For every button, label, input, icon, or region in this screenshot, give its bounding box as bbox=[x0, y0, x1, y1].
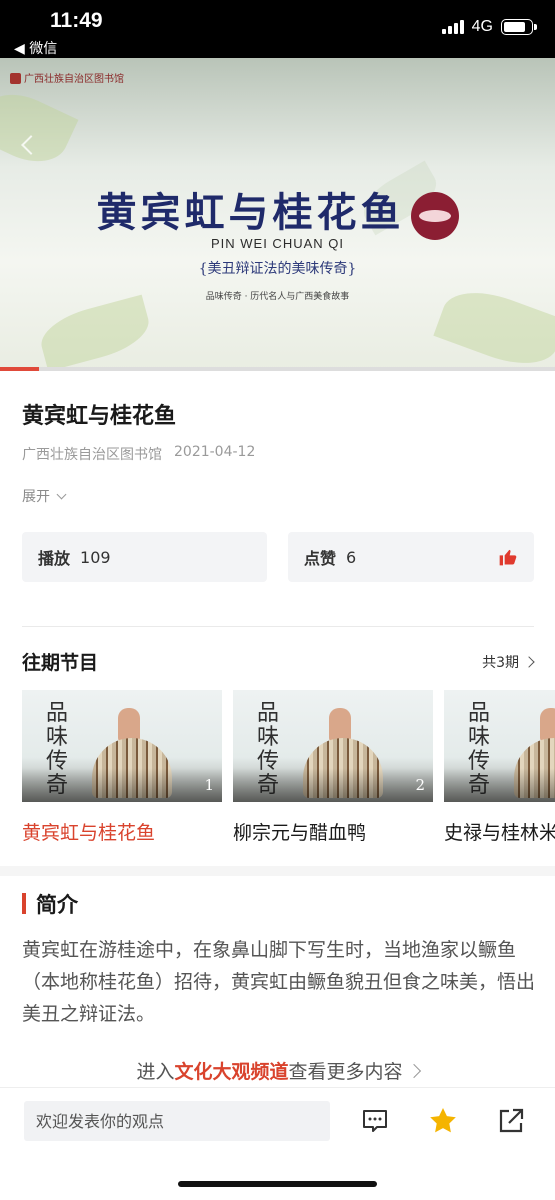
episode-name: 史禄与桂林米粉 bbox=[444, 822, 555, 844]
home-indicator[interactable] bbox=[178, 1181, 377, 1187]
play-count-box: 播放 109 bbox=[22, 532, 267, 582]
battery-icon bbox=[501, 19, 537, 35]
thumbs-up-icon bbox=[499, 549, 517, 566]
more-prefix: 进入 bbox=[136, 1061, 175, 1083]
source-name: 广西壮族自治区图书馆 bbox=[22, 447, 162, 463]
chevron-right-icon bbox=[523, 656, 535, 668]
comment-icon[interactable] bbox=[360, 1106, 390, 1136]
chevron-down-icon bbox=[56, 489, 67, 499]
expand-button[interactable]: 展开 bbox=[22, 486, 67, 506]
status-bar: 11:49 ◀ 微信 4G bbox=[0, 0, 555, 58]
episode-poster: 品味传奇 1 bbox=[22, 690, 222, 802]
comment-input[interactable] bbox=[24, 1101, 330, 1141]
episode-name: 黄宾虹与桂花鱼 bbox=[22, 822, 156, 844]
channel-link[interactable]: 文化大观频道 bbox=[174, 1061, 288, 1083]
episode-number: 2 bbox=[415, 776, 425, 794]
video-title-art: 黄宾虹与桂花鱼 bbox=[0, 180, 555, 240]
expand-label: 展开 bbox=[22, 489, 50, 505]
intro-accent-bar bbox=[22, 893, 26, 914]
play-count: 109 bbox=[80, 547, 111, 567]
status-time: 11:49 bbox=[50, 9, 103, 32]
like-count: 6 bbox=[346, 547, 357, 567]
signal-icon bbox=[441, 20, 464, 34]
share-icon[interactable] bbox=[496, 1106, 526, 1136]
episodes-count: 共3期 bbox=[482, 655, 519, 671]
star-icon[interactable] bbox=[428, 1106, 458, 1136]
intro-title: 简介 bbox=[36, 892, 78, 917]
bottom-toolbar bbox=[0, 1087, 555, 1155]
video-subtitle: {美丑辩证法的美味传奇} bbox=[198, 261, 357, 277]
network-type: 4G bbox=[471, 18, 493, 35]
more-suffix: 查看更多内容 bbox=[288, 1061, 403, 1083]
video-pinyin: PIN WEI CHUAN QI bbox=[210, 236, 344, 251]
episode-name: 柳宗元与醋血鸭 bbox=[233, 822, 367, 844]
like-label: 点赞 bbox=[304, 549, 337, 568]
channel-logo: 广西壮族自治区图书馆 bbox=[10, 70, 124, 85]
episode-number: 1 bbox=[204, 776, 214, 794]
episode-card[interactable]: 品味传奇 1 黄宾虹与桂花鱼 bbox=[22, 690, 222, 845]
status-icons: 4G bbox=[441, 18, 537, 36]
video-series-line: 品味传奇 · 历代名人与广西美食故事 bbox=[205, 292, 350, 302]
episode-card[interactable]: 品味传奇 3 史禄与桂林米粉 bbox=[444, 690, 555, 845]
episode-poster: 品味传奇 2 bbox=[233, 690, 433, 802]
like-button[interactable]: 点赞 6 bbox=[288, 532, 534, 582]
chevron-right-icon bbox=[406, 1063, 421, 1079]
episode-card[interactable]: 品味传奇 2 柳宗元与醋血鸭 bbox=[233, 690, 433, 845]
page-title: 黄宾虹与桂花鱼 bbox=[22, 404, 177, 429]
episodes-list[interactable]: 品味传奇 1 黄宾虹与桂花鱼 品味传奇 2 柳宗元与醋血鸭 品味传奇 3 史禄与… bbox=[22, 690, 555, 850]
divider bbox=[22, 626, 534, 627]
article-meta: 广西壮族自治区图书馆 2021-04-12 bbox=[22, 444, 255, 464]
seal-logo-icon bbox=[410, 192, 459, 240]
publish-date: 2021-04-12 bbox=[174, 444, 256, 460]
video-player[interactable]: 广西壮族自治区图书馆 黄宾虹与桂花鱼 PIN WEI CHUAN QI {美丑辩… bbox=[0, 58, 555, 371]
intro-body: 黄宾虹在游桂途中，在象鼻山脚下写生时，当地渔家以鳜鱼（本地称桂花鱼）招待，黄宾虹… bbox=[22, 939, 536, 1025]
video-progress-bar[interactable] bbox=[0, 367, 555, 371]
back-to-wechat-link[interactable]: ◀ 微信 bbox=[14, 38, 57, 58]
episodes-count-link[interactable]: 共3期 bbox=[482, 652, 535, 672]
episodes-title: 往期节目 bbox=[22, 652, 99, 674]
more-content-link[interactable]: 进入文化大观频道查看更多内容 bbox=[0, 1057, 555, 1084]
section-separator bbox=[0, 866, 555, 876]
play-label: 播放 bbox=[38, 549, 71, 568]
episode-poster: 品味传奇 3 bbox=[444, 690, 555, 802]
